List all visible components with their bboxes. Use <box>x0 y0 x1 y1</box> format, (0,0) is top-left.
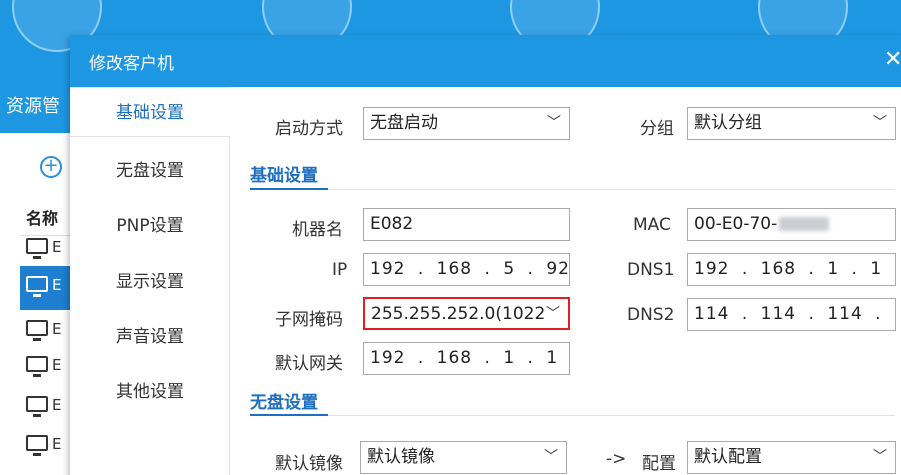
chevron-down-icon: ﹀ <box>544 299 560 328</box>
add-icon[interactable]: + <box>40 156 62 178</box>
section-title-basic: 基础设置 <box>250 166 318 186</box>
group-label: 分组 <box>640 119 674 139</box>
monitor-icon <box>26 238 48 259</box>
edit-client-dialog: 修改客户机 ✕ 基础设置 无盘设置 PNP设置 显示设置 声音设置 其他设置 启… <box>70 35 901 475</box>
monitor-icon <box>26 276 48 297</box>
resource-manager-label[interactable]: 资源管 <box>6 92 60 118</box>
section-divider <box>250 415 895 416</box>
list-item[interactable]: E <box>20 346 75 390</box>
monitor-icon <box>26 320 48 341</box>
section-underline <box>250 188 328 190</box>
chevron-down-icon: ﹀ <box>547 115 561 131</box>
dns1-label: DNS1 <box>627 260 675 280</box>
group-select[interactable]: 默认分组 ﹀ <box>687 107 896 140</box>
section-divider <box>250 189 895 190</box>
config-select[interactable]: 默认配置 ﹀ <box>687 441 896 474</box>
monitor-icon <box>26 435 48 456</box>
monitor-icon <box>26 396 48 417</box>
nav-item-basic[interactable]: 基础设置 <box>70 87 230 137</box>
nav-item-other[interactable]: 其他设置 <box>70 367 230 417</box>
redacted-mac <box>779 217 830 231</box>
dns2-label: DNS2 <box>627 305 675 325</box>
nav-item-diskless[interactable]: 无盘设置 <box>70 146 230 196</box>
list-item[interactable]: E <box>20 425 75 469</box>
subnet-mask-select[interactable]: 255.255.252.0(1022 ﹀ <box>363 297 570 330</box>
ip-label: IP <box>332 260 348 280</box>
mac-field[interactable]: 00-E0-70- <box>687 208 896 241</box>
machine-name-label: 机器名 <box>292 220 343 240</box>
chevron-down-icon: ﹀ <box>544 449 558 465</box>
dialog-title: 修改客户机 <box>89 54 174 74</box>
dns2-field[interactable]: 114 . 114 . 114 . 114 <box>687 298 896 331</box>
config-label: 配置 <box>642 454 676 474</box>
gateway-field[interactable]: 192 . 168 . 1 . 1 <box>363 342 570 375</box>
default-image-label: 默认镜像 <box>275 454 343 474</box>
ip-field[interactable]: 192 . 168 . 5 . 92 <box>363 253 570 286</box>
section-underline <box>250 414 328 416</box>
settings-nav: 基础设置 无盘设置 PNP设置 显示设置 声音设置 其他设置 <box>70 87 230 475</box>
dialog-title-bar[interactable]: 修改客户机 ✕ <box>70 35 901 87</box>
chevron-down-icon: ﹀ <box>873 115 887 131</box>
arrow-text: -> <box>606 449 627 469</box>
subnet-mask-label: 子网掩码 <box>275 310 343 330</box>
section-title-diskless: 无盘设置 <box>250 393 318 413</box>
machine-name-field[interactable]: E082 <box>363 208 570 241</box>
start-mode-label: 启动方式 <box>275 119 343 139</box>
nav-item-pnp[interactable]: PNP设置 <box>70 201 230 251</box>
chevron-down-icon: ﹀ <box>873 449 887 465</box>
list-item[interactable]: E <box>20 386 75 430</box>
mac-label: MAC <box>633 215 671 235</box>
dns1-field[interactable]: 192 . 168 . 1 . 1 <box>687 253 896 286</box>
nav-item-sound[interactable]: 声音设置 <box>70 312 230 362</box>
gateway-label: 默认网关 <box>275 354 343 374</box>
start-mode-select[interactable]: 无盘启动 ﹀ <box>363 107 570 140</box>
monitor-icon <box>26 356 48 377</box>
nav-item-display[interactable]: 显示设置 <box>70 257 230 307</box>
list-item[interactable]: E <box>20 266 75 310</box>
default-image-select[interactable]: 默认镜像 ﹀ <box>360 441 567 474</box>
close-icon[interactable]: ✕ <box>884 47 901 72</box>
